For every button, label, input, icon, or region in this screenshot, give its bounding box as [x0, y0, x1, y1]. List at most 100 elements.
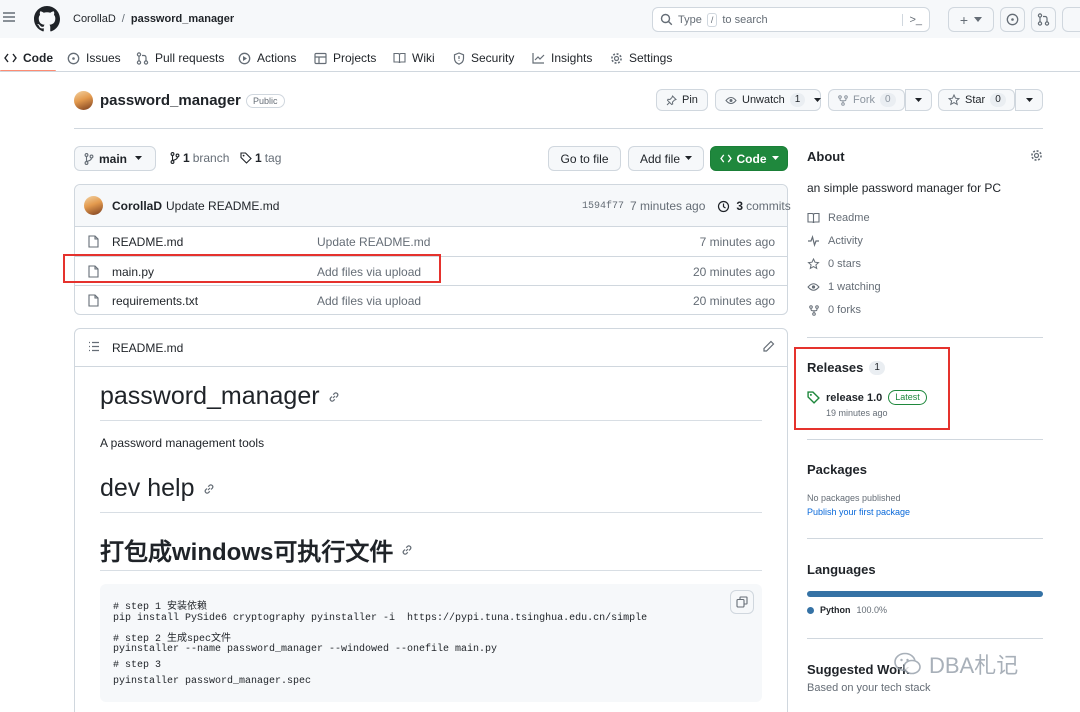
file-row[interactable]: README.md Update README.md 7 minutes ago — [75, 226, 788, 255]
file-commit-message[interactable]: Add files via upload — [317, 294, 421, 308]
star-button[interactable]: Star 0 — [938, 89, 1015, 111]
sidebar-divider — [807, 439, 1043, 440]
branch-select-button[interactable]: main — [74, 146, 156, 171]
search-input[interactable]: Type / to search >_ — [652, 7, 930, 32]
pin-icon — [666, 94, 677, 106]
file-name[interactable]: requirements.txt — [112, 294, 198, 308]
repo-avatar[interactable] — [74, 91, 93, 110]
star-dropdown-button[interactable] — [1015, 89, 1043, 111]
about-watching-link[interactable]: 1 watching — [807, 281, 881, 293]
fork-button[interactable]: Fork 0 — [828, 89, 905, 111]
about-stars-link[interactable]: 0 stars — [807, 258, 861, 270]
command-palette-icon[interactable]: >_ — [902, 13, 922, 26]
link-icon[interactable] — [401, 544, 413, 556]
commits-link[interactable]: 3 commits — [736, 199, 790, 213]
commit-author[interactable]: CorollaD — [112, 199, 162, 213]
pencil-icon[interactable] — [762, 340, 775, 353]
about-readme-link[interactable]: Readme — [807, 212, 870, 224]
language-name: Python — [820, 605, 851, 615]
language-bar-track — [807, 591, 1043, 597]
tab-code[interactable]: Code — [4, 48, 53, 68]
language-bar-python — [807, 591, 1043, 597]
tab-label: Settings — [629, 51, 673, 65]
link-icon[interactable] — [328, 391, 340, 403]
eye-icon — [807, 282, 820, 292]
star-icon — [948, 94, 960, 106]
unwatch-count: 1 — [789, 93, 806, 107]
code-button-label: Code — [736, 151, 767, 166]
copy-button[interactable] — [730, 590, 754, 614]
code-line: pyinstaller --name password_manager --wi… — [113, 644, 498, 655]
outline-list-icon[interactable] — [88, 341, 100, 352]
gear-icon[interactable] — [1030, 149, 1043, 162]
watermark-text: DBA札记 — [929, 653, 1019, 678]
readme-h2: dev help — [100, 474, 215, 503]
pull-requests-shortcut-button[interactable] — [1031, 7, 1056, 32]
file-name[interactable]: README.md — [112, 235, 183, 249]
tags-link[interactable]: 1 tag — [240, 151, 281, 165]
packages-title[interactable]: Packages — [807, 462, 867, 477]
fork-dropdown-button[interactable] — [905, 89, 932, 111]
tab-wiki[interactable]: Wiki — [393, 48, 435, 68]
tab-issues[interactable]: Issues — [67, 48, 121, 68]
code-dropdown-button[interactable]: Code — [710, 146, 788, 171]
hamburger-menu-icon[interactable] — [2, 10, 16, 24]
file-commit-time: 20 minutes ago — [692, 294, 775, 308]
repo-title[interactable]: password_manager — [100, 92, 241, 109]
tab-label: Code — [23, 51, 53, 65]
language-legend[interactable]: Python 100.0% — [807, 605, 887, 615]
go-to-file-button[interactable]: Go to file — [548, 146, 621, 171]
issues-shortcut-button[interactable] — [1000, 7, 1025, 32]
chevron-down-icon — [771, 156, 779, 161]
search-placeholder-type: Type — [678, 13, 702, 26]
file-commit-message[interactable]: Update README.md — [317, 235, 430, 249]
file-row[interactable]: requirements.txt Add files via upload 20… — [75, 285, 788, 314]
tab-security[interactable]: Security — [453, 48, 514, 68]
notifications-edge[interactable] — [1062, 7, 1080, 32]
readme-file-label[interactable]: README.md — [112, 341, 183, 355]
unwatch-button[interactable]: Unwatch 1 — [715, 89, 822, 111]
about-title: About — [807, 149, 845, 164]
create-new-button[interactable]: + — [948, 7, 994, 32]
languages-title: Languages — [807, 562, 876, 577]
about-item-label: 1 watching — [828, 281, 881, 293]
pin-button[interactable]: Pin — [656, 89, 708, 111]
tab-projects[interactable]: Projects — [314, 48, 376, 68]
fork-label: Fork — [853, 94, 875, 106]
tab-actions[interactable]: Actions — [238, 48, 296, 68]
chevron-down-icon — [974, 16, 983, 23]
issue-icon — [1006, 13, 1019, 26]
add-file-button[interactable]: Add file — [628, 146, 704, 171]
sidebar-divider — [807, 638, 1043, 639]
about-activity-link[interactable]: Activity — [807, 235, 863, 247]
visibility-badge: Public — [246, 94, 285, 108]
about-forks-link[interactable]: 0 forks — [807, 304, 861, 316]
commit-author-avatar[interactable] — [84, 196, 103, 215]
fork-icon — [807, 304, 820, 316]
readme-h2-text: dev help — [100, 474, 195, 502]
breadcrumb: CorollaD / password_manager — [73, 13, 234, 25]
chevron-down-icon — [915, 97, 922, 103]
breadcrumb-owner[interactable]: CorollaD — [73, 13, 116, 25]
chevron-down-icon — [135, 156, 143, 161]
code-line: pip install PySide6 cryptography pyinsta… — [113, 613, 648, 624]
branches-link[interactable]: 1 branch — [170, 151, 229, 165]
github-logo-icon[interactable] — [34, 6, 60, 32]
star-count: 0 — [990, 93, 1006, 107]
commit-message[interactable]: Update README.md — [166, 199, 279, 213]
chevron-down-icon — [1025, 97, 1033, 103]
commit-meta: 1594f77 7 minutes ago 3 commits — [582, 199, 791, 213]
commit-hash[interactable]: 1594f77 — [582, 201, 624, 212]
breadcrumb-repo[interactable]: password_manager — [131, 13, 234, 25]
tab-label: Issues — [86, 51, 121, 65]
publish-package-link[interactable]: Publish your first package — [807, 507, 910, 517]
link-icon[interactable] — [203, 483, 215, 495]
tab-insights[interactable]: Insights — [532, 48, 592, 68]
tab-pull-requests[interactable]: Pull requests — [136, 48, 224, 68]
watermark: DBA札记 — [893, 648, 1018, 680]
tab-label: Actions — [257, 51, 297, 65]
tab-settings[interactable]: Settings — [610, 48, 672, 68]
code-line: # step 3 — [113, 660, 162, 671]
eye-icon — [725, 96, 737, 105]
chevron-down-icon — [685, 156, 693, 161]
